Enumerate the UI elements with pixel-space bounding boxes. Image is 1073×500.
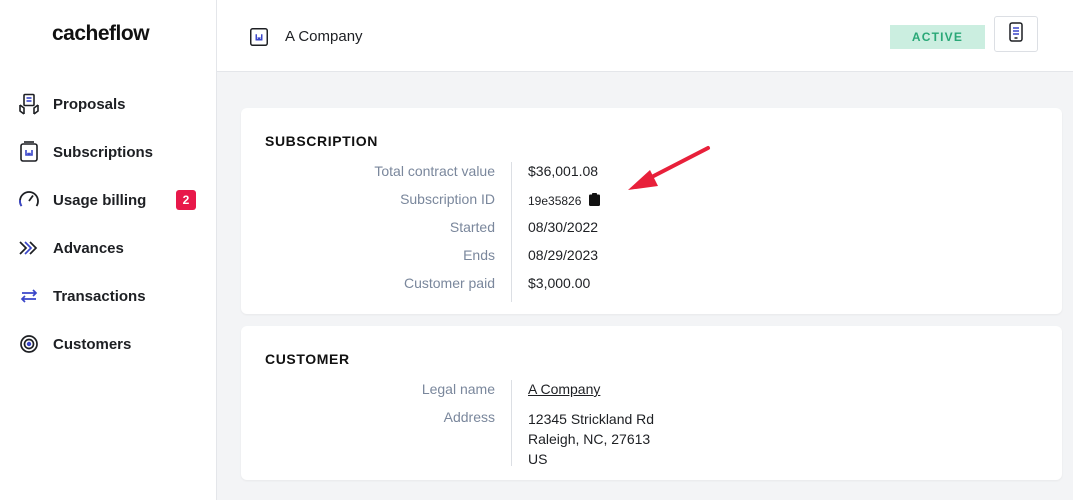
document-icon: [1009, 21, 1023, 47]
subscription-details: Total contract value $36,001.08 Subscrip…: [241, 162, 1062, 302]
app-logo[interactable]: cacheflow: [52, 22, 150, 46]
subscription-id: 19e35826: [528, 194, 582, 208]
sidebar-item-proposals[interactable]: Proposals: [0, 80, 216, 128]
sidebar-item-subscriptions[interactable]: Subscriptions: [0, 128, 216, 176]
sidebar-item-label: Usage billing: [53, 191, 147, 209]
status-badge: ACTIVE: [890, 25, 985, 49]
detail-label: Address: [443, 409, 495, 425]
end-date: 08/29/2023: [528, 247, 599, 263]
clipboard-icon[interactable]: [589, 193, 601, 206]
detail-row: Address 12345 Strickland Rd Raleigh, NC,…: [241, 408, 1062, 468]
detail-label: Legal name: [421, 381, 495, 397]
page-header: A Company ACTIVE: [217, 0, 1073, 72]
page-title: A Company: [285, 28, 363, 45]
customer-paid: $3,000.00: [528, 275, 591, 291]
sidebar-item-label: Proposals: [53, 95, 126, 113]
detail-label: Customer paid: [403, 275, 495, 291]
sidebar-nav: Proposals Subscriptions Usage billing 2 …: [0, 80, 216, 368]
count-badge: 2: [176, 190, 196, 210]
subscriptions-icon: [248, 26, 270, 48]
sidebar-item-label: Transactions: [53, 287, 146, 305]
subscription-id-value: 19e35826: [528, 193, 601, 208]
address-value: 12345 Strickland Rd Raleigh, NC, 27613 U…: [528, 409, 654, 469]
gauge-icon: [17, 188, 41, 212]
total-contract-value: $36,001.08: [528, 163, 599, 179]
sidebar-item-usage-billing[interactable]: Usage billing 2: [0, 176, 216, 224]
detail-label: Ends: [463, 247, 495, 263]
sidebar-item-label: Customers: [53, 335, 132, 353]
detail-row: Started 08/30/2022: [241, 218, 1062, 246]
detail-row: Total contract value $36,001.08: [241, 162, 1062, 190]
target-icon: [17, 332, 41, 356]
sidebar-item-advances[interactable]: Advances: [0, 224, 216, 272]
customer-card: CUSTOMER Legal name A Company Address 12…: [241, 326, 1062, 480]
sidebar-item-customers[interactable]: Customers: [0, 320, 216, 368]
detail-label: Started: [449, 219, 495, 235]
double-chevron-icon: [17, 236, 41, 260]
detail-row: Legal name A Company: [241, 380, 1062, 408]
address-line: 12345 Strickland Rd: [528, 411, 655, 427]
address-line: US: [528, 451, 548, 467]
proposals-icon: [17, 92, 41, 116]
document-button[interactable]: [994, 16, 1038, 52]
sidebar-item-label: Advances: [53, 239, 124, 257]
subscriptions-icon: [17, 140, 41, 164]
detail-label: Total contract value: [374, 163, 495, 179]
customer-details: Legal name A Company Address 12345 Stric…: [241, 380, 1062, 468]
sidebar-item-label: Subscriptions: [53, 143, 154, 161]
subscription-card: SUBSCRIPTION Total contract value $36,00…: [241, 108, 1062, 314]
detail-row: Subscription ID 19e35826: [241, 190, 1062, 218]
sidebar: cacheflow Proposals Subscriptions Usage …: [0, 0, 217, 500]
detail-row: Ends 08/29/2023: [241, 246, 1062, 274]
section-title: SUBSCRIPTION: [265, 133, 378, 149]
legal-name-link[interactable]: A Company: [528, 381, 600, 397]
start-date: 08/30/2022: [528, 219, 599, 235]
sidebar-item-transactions[interactable]: Transactions: [0, 272, 216, 320]
transfer-arrows-icon: [17, 284, 41, 308]
detail-label: Subscription ID: [400, 191, 495, 207]
detail-row: Customer paid $3,000.00: [241, 274, 1062, 302]
section-title: CUSTOMER: [265, 351, 350, 367]
address-line: Raleigh, NC, 27613: [528, 431, 651, 447]
